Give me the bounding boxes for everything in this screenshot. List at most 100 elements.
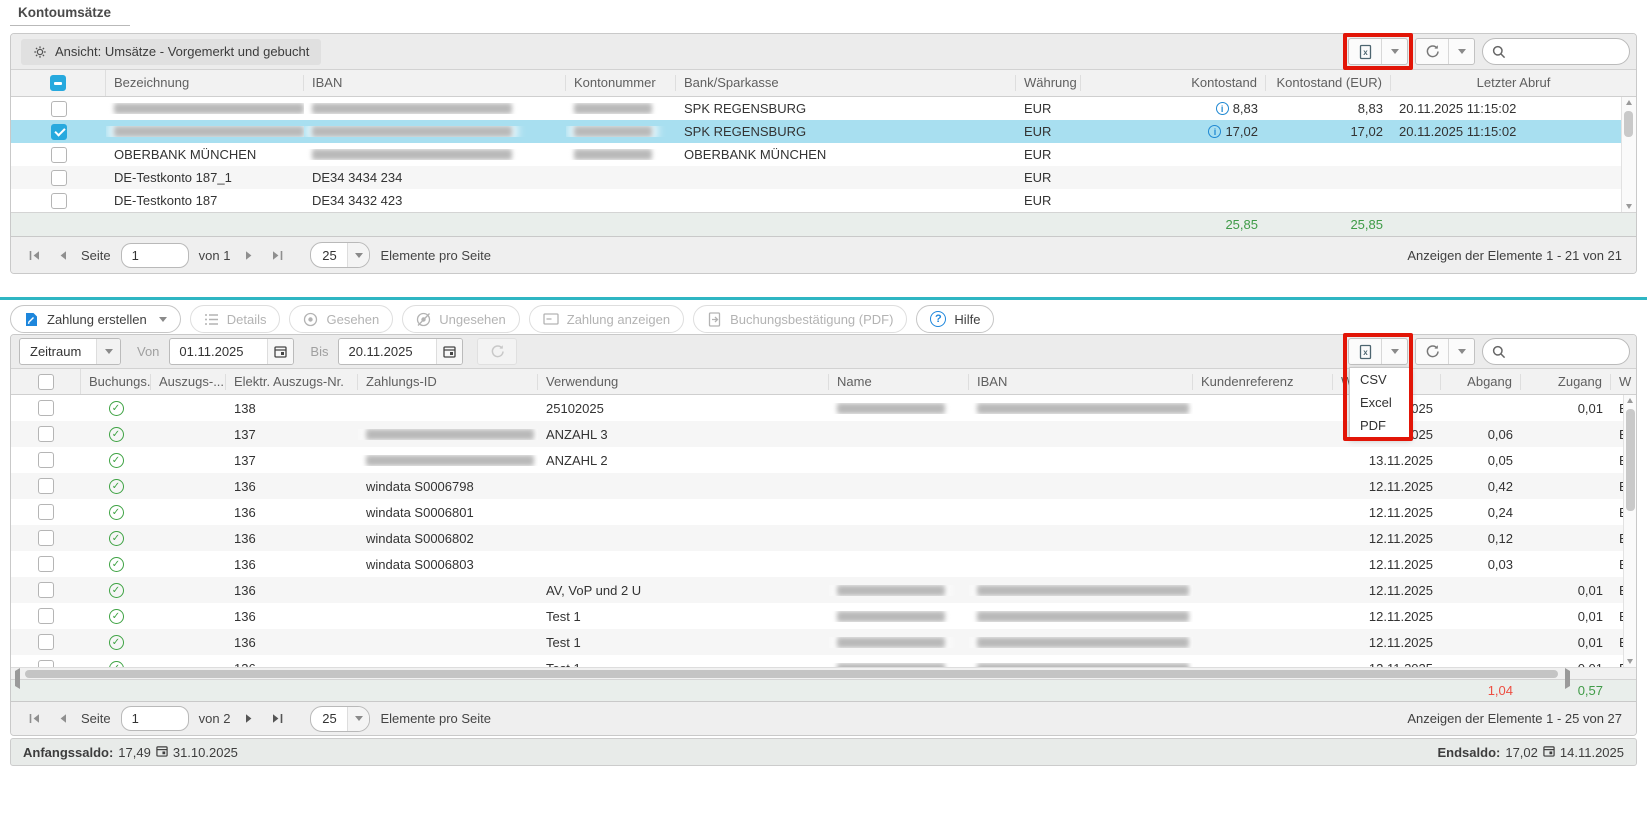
column-header[interactable]: Kontonummer bbox=[566, 75, 676, 91]
column-header[interactable]: Buchungs... bbox=[81, 374, 151, 390]
column-header[interactable]: IBAN bbox=[969, 374, 1193, 390]
account-row[interactable]: DE-Testkonto 187DE34 3432 423EUR bbox=[11, 189, 1621, 212]
export-dropdown-caret[interactable] bbox=[1382, 339, 1407, 364]
refresh-dropdown-caret[interactable] bbox=[1449, 39, 1474, 64]
row-checkbox[interactable] bbox=[38, 504, 54, 520]
calendar-icon[interactable] bbox=[436, 339, 462, 364]
account-row[interactable]: DE-Testkonto 187_1DE34 3434 234EUR bbox=[11, 166, 1621, 189]
row-checkbox[interactable] bbox=[38, 556, 54, 572]
first-page-button[interactable] bbox=[25, 710, 43, 728]
select-all-checkbox[interactable] bbox=[50, 75, 66, 91]
row-checkbox[interactable] bbox=[38, 478, 54, 494]
hilfe-button[interactable]: ?Hilfe bbox=[916, 305, 994, 333]
transaction-row[interactable]: ✓136Test 112.11.20250,01EUR bbox=[11, 629, 1623, 655]
column-header[interactable]: Kundenreferenz bbox=[1193, 374, 1333, 390]
row-checkbox[interactable] bbox=[38, 452, 54, 468]
column-header[interactable]: Abgang bbox=[1441, 374, 1521, 390]
row-checkbox[interactable] bbox=[38, 530, 54, 546]
refresh-button[interactable] bbox=[1416, 339, 1449, 364]
calendar-icon[interactable] bbox=[267, 339, 293, 364]
info-icon[interactable]: i bbox=[1208, 125, 1221, 138]
next-page-button[interactable] bbox=[240, 710, 258, 728]
transaction-row[interactable]: ✓136windata S000680312.11.20250,03EUR bbox=[11, 551, 1623, 577]
per-page-select[interactable]: 25 bbox=[310, 706, 370, 732]
account-row[interactable]: OBERBANK MÜNCHENOBERBANK MÜNCHENEUR bbox=[11, 143, 1621, 166]
transaction-row[interactable]: ✓136AV, VoP und 2 U12.11.20250,01EUR bbox=[11, 577, 1623, 603]
account-row[interactable]: SPK REGENSBURGEURi8,838,8320.11.2025 11:… bbox=[11, 97, 1621, 120]
export-button[interactable]: x bbox=[1349, 339, 1382, 364]
row-checkbox[interactable] bbox=[38, 660, 54, 667]
row-checkbox[interactable] bbox=[51, 101, 67, 117]
select-all-checkbox[interactable] bbox=[38, 374, 54, 390]
row-checkbox[interactable] bbox=[51, 147, 67, 163]
zahlung-anzeigen-button[interactable]: Zahlung anzeigen bbox=[529, 305, 684, 333]
row-checkbox[interactable] bbox=[51, 124, 67, 140]
account-row[interactable]: SPK REGENSBURGEURi17,0217,0220.11.2025 1… bbox=[11, 120, 1621, 143]
column-header[interactable]: Kontostand bbox=[1081, 75, 1266, 91]
search-input[interactable] bbox=[1512, 43, 1629, 60]
row-checkbox[interactable] bbox=[38, 634, 54, 650]
apply-filter-refresh-button[interactable] bbox=[477, 338, 517, 365]
details-button[interactable]: Details bbox=[190, 305, 281, 333]
column-header[interactable]: Bezeichnung bbox=[106, 75, 304, 91]
last-page-button[interactable] bbox=[268, 710, 286, 728]
row-checkbox[interactable] bbox=[51, 193, 67, 209]
bis-date-field[interactable]: 20.11.2025 bbox=[338, 338, 463, 365]
column-header[interactable]: Auszugs-... bbox=[151, 374, 226, 390]
scroll-right-icon[interactable] bbox=[1565, 671, 1570, 686]
prev-page-button[interactable] bbox=[53, 246, 71, 264]
row-checkbox[interactable] bbox=[38, 582, 54, 598]
column-header[interactable]: Verwendung bbox=[538, 374, 829, 390]
page-number-input[interactable] bbox=[121, 243, 189, 268]
row-checkbox[interactable] bbox=[51, 170, 67, 186]
horizontal-scrollbar[interactable] bbox=[11, 667, 1636, 679]
zahlung-erstellen-button[interactable]: Zahlung erstellen bbox=[10, 305, 181, 333]
row-checkbox[interactable] bbox=[38, 400, 54, 416]
refresh-dropdown-caret[interactable] bbox=[1449, 339, 1474, 364]
column-header[interactable]: Zahlungs-ID bbox=[358, 374, 538, 390]
accounts-vertical-scrollbar[interactable] bbox=[1621, 97, 1636, 212]
gesehen-button[interactable]: Gesehen bbox=[289, 305, 393, 333]
column-header[interactable]: IBAN bbox=[304, 75, 566, 91]
page-number-input[interactable] bbox=[121, 706, 189, 731]
export-excel-item[interactable]: Excel bbox=[1350, 391, 1410, 414]
transaction-row[interactable]: ✓136windata S000680212.11.20250,12EUR bbox=[11, 525, 1623, 551]
ungesehen-button[interactable]: Ungesehen bbox=[402, 305, 520, 333]
scroll-down-icon[interactable] bbox=[1624, 659, 1636, 664]
transaction-row[interactable]: ✓136windata S000679812.11.20250,42EUR bbox=[11, 473, 1623, 499]
column-header[interactable]: Elektr. Auszugs-Nr. bbox=[226, 374, 358, 390]
prev-page-button[interactable] bbox=[53, 710, 71, 728]
per-page-select[interactable]: 25 bbox=[310, 242, 370, 268]
info-icon[interactable]: i bbox=[1216, 102, 1229, 115]
export-button[interactable]: x bbox=[1349, 39, 1382, 64]
scrollbar-thumb[interactable] bbox=[1624, 111, 1633, 137]
scrollbar-thumb[interactable] bbox=[1626, 409, 1635, 511]
column-header[interactable]: Letzter Abruf bbox=[1391, 75, 1636, 91]
column-header[interactable]: Name bbox=[829, 374, 969, 390]
row-checkbox[interactable] bbox=[38, 426, 54, 442]
von-date-field[interactable]: 01.11.2025 bbox=[169, 338, 294, 365]
column-header[interactable]: Währung bbox=[1016, 75, 1081, 91]
scroll-left-icon[interactable] bbox=[15, 671, 20, 686]
buchungsbestätigung-pdf-button[interactable]: Buchungsbestätigung (PDF) bbox=[693, 305, 907, 333]
scroll-up-icon[interactable] bbox=[1624, 398, 1636, 403]
first-page-button[interactable] bbox=[25, 246, 43, 264]
scroll-up-icon[interactable] bbox=[1622, 100, 1636, 105]
row-checkbox[interactable] bbox=[38, 608, 54, 624]
transaction-row[interactable]: ✓136Test 112.11.20250,01EUR bbox=[11, 655, 1623, 667]
transaction-row[interactable]: ✓136windata S000680112.11.20250,24EUR bbox=[11, 499, 1623, 525]
transactions-vertical-scrollbar[interactable] bbox=[1623, 395, 1636, 667]
last-page-button[interactable] bbox=[268, 246, 286, 264]
transaction-row[interactable]: ✓137ANZAHL 213.11.20250,05EUR bbox=[11, 447, 1623, 473]
next-page-button[interactable] bbox=[240, 246, 258, 264]
column-header[interactable]: W bbox=[1611, 374, 1636, 390]
column-header[interactable]: Kontostand (EUR) bbox=[1266, 75, 1391, 91]
column-header[interactable]: Bank/Sparkasse bbox=[676, 75, 1016, 91]
zeitraum-select[interactable]: Zeitraum bbox=[19, 338, 121, 365]
scrollbar-thumb[interactable] bbox=[25, 670, 1558, 678]
export-pdf-item[interactable]: PDF bbox=[1350, 414, 1410, 437]
view-settings-button[interactable]: Ansicht: Umsätze - Vorgemerkt und gebuch… bbox=[21, 39, 321, 65]
scroll-down-icon[interactable] bbox=[1622, 204, 1636, 209]
search-input[interactable] bbox=[1512, 343, 1629, 360]
column-header[interactable]: Zugang bbox=[1521, 374, 1611, 390]
